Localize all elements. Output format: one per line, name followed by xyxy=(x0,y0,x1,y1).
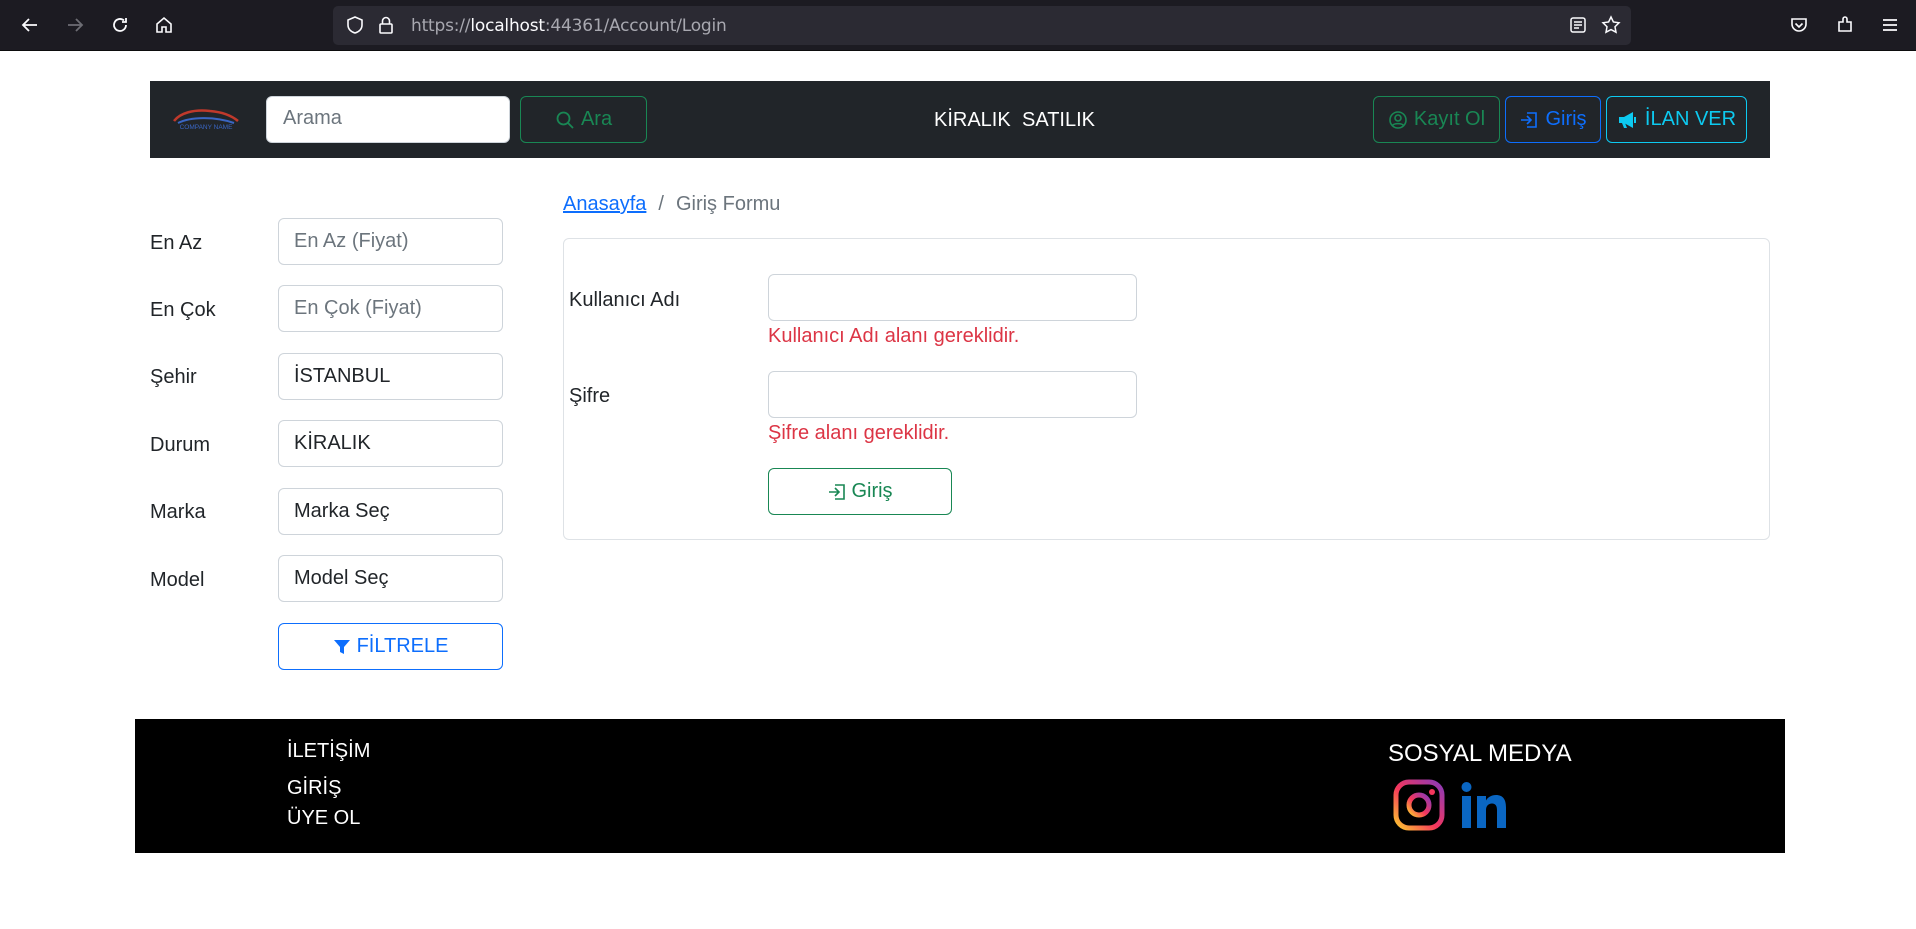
url-bar[interactable]: https://localhost:44361/Account/Login xyxy=(333,6,1631,45)
footer-link-login[interactable]: GİRİŞ xyxy=(287,777,341,800)
logo-text: COMPANY NAME xyxy=(180,124,234,131)
password-input[interactable] xyxy=(768,371,1137,418)
megaphone-icon xyxy=(1618,111,1636,128)
breadcrumb: Anasayfa / Giriş Formu xyxy=(563,193,780,216)
filter-model-label: Model xyxy=(150,569,205,591)
register-button-label: Kayıt Ol xyxy=(1413,108,1486,130)
register-button[interactable]: Kayıt Ol xyxy=(1373,96,1500,143)
user-circle-icon xyxy=(1389,110,1407,129)
site-navbar: COMPANY NAME Arama Ara KİRALIK SATILIK K… xyxy=(150,81,1770,158)
username-error: Kullanıcı Adı alanı gereklidir. xyxy=(768,325,1020,347)
lock-icon[interactable] xyxy=(376,15,396,35)
login-submit-label: Giriş xyxy=(851,480,893,502)
login-submit-button[interactable]: Giriş xyxy=(768,468,952,515)
arrow-right-icon xyxy=(68,18,84,32)
arrow-left-icon xyxy=(21,18,37,32)
post-ad-button[interactable]: İLAN VER xyxy=(1606,96,1747,143)
sign-in-icon xyxy=(829,483,846,500)
back-button[interactable] xyxy=(14,9,46,41)
reload-button[interactable] xyxy=(104,9,136,41)
site-footer: İLETİŞİM GİRİŞ ÜYE OL SOSYAL MEDYA xyxy=(135,719,1785,853)
filter-brand-select[interactable]: Marka Seç xyxy=(278,488,503,535)
browser-toolbar: https://localhost:44361/Account/Login xyxy=(0,0,1916,51)
username-input[interactable] xyxy=(768,274,1137,321)
password-label: Şifre xyxy=(569,385,611,407)
filter-city-label: Şehir xyxy=(150,366,197,388)
search-button[interactable]: Ara xyxy=(520,96,647,143)
filter-status-label: Durum xyxy=(150,434,211,456)
search-button-label: Ara xyxy=(580,108,613,130)
filter-button-label: FİLTRELE xyxy=(356,635,449,657)
footer-link-contact[interactable]: İLETİŞİM xyxy=(287,740,370,763)
extensions-icon[interactable] xyxy=(1835,15,1855,35)
linkedin-icon[interactable] xyxy=(1458,779,1510,831)
filter-status-select[interactable]: KİRALIK xyxy=(278,420,503,467)
filter-max-price-input[interactable]: En Çok (Fiyat) xyxy=(278,285,503,332)
login-form-card: Kullanıcı Adı Kullanıcı Adı alanı gerekl… xyxy=(563,238,1770,540)
forward-button[interactable] xyxy=(59,9,91,41)
funnel-icon xyxy=(333,639,350,654)
instagram-icon[interactable] xyxy=(1393,779,1445,831)
company-logo[interactable]: COMPANY NAME xyxy=(170,103,242,133)
post-ad-button-label: İLAN VER xyxy=(1644,108,1737,130)
breadcrumb-current: Giriş Formu xyxy=(675,193,781,215)
filter-city-select[interactable]: İSTANBUL xyxy=(278,353,503,400)
filter-min-price-input[interactable]: En Az (Fiyat) xyxy=(278,218,503,265)
pocket-icon[interactable] xyxy=(1789,15,1809,35)
login-nav-button-label: Giriş xyxy=(1545,108,1587,130)
filter-min-label: En Az xyxy=(150,232,203,254)
url-text: https://localhost:44361/Account/Login xyxy=(411,16,727,36)
menu-icon[interactable] xyxy=(1880,15,1900,35)
breadcrumb-separator: / xyxy=(658,193,664,215)
search-input[interactable]: Arama xyxy=(266,96,510,143)
reload-icon xyxy=(113,18,127,32)
login-nav-button[interactable]: Giriş xyxy=(1505,96,1601,143)
filter-model-select[interactable]: Model Seç xyxy=(278,555,503,602)
breadcrumb-home-link[interactable]: Anasayfa xyxy=(563,193,646,216)
home-icon xyxy=(156,16,172,33)
filter-brand-label: Marka xyxy=(150,501,206,523)
home-button[interactable] xyxy=(148,9,180,41)
footer-link-register[interactable]: ÜYE OL xyxy=(287,807,360,830)
filter-button[interactable]: FİLTRELE xyxy=(278,623,503,670)
star-icon[interactable] xyxy=(1601,15,1621,35)
social-media-title: SOSYAL MEDYA xyxy=(1388,740,1572,767)
sign-in-icon xyxy=(1521,111,1538,128)
search-icon xyxy=(556,111,574,129)
reader-view-icon[interactable] xyxy=(1569,16,1587,34)
shield-icon[interactable] xyxy=(345,15,365,35)
username-label: Kullanıcı Adı xyxy=(569,289,681,311)
password-error: Şifre alanı gereklidir. xyxy=(768,422,950,444)
nav-link-sale[interactable]: SATILIK xyxy=(1022,109,1095,132)
nav-link-rent[interactable]: KİRALIK xyxy=(934,109,1011,132)
filter-max-label: En Çok xyxy=(150,299,216,321)
